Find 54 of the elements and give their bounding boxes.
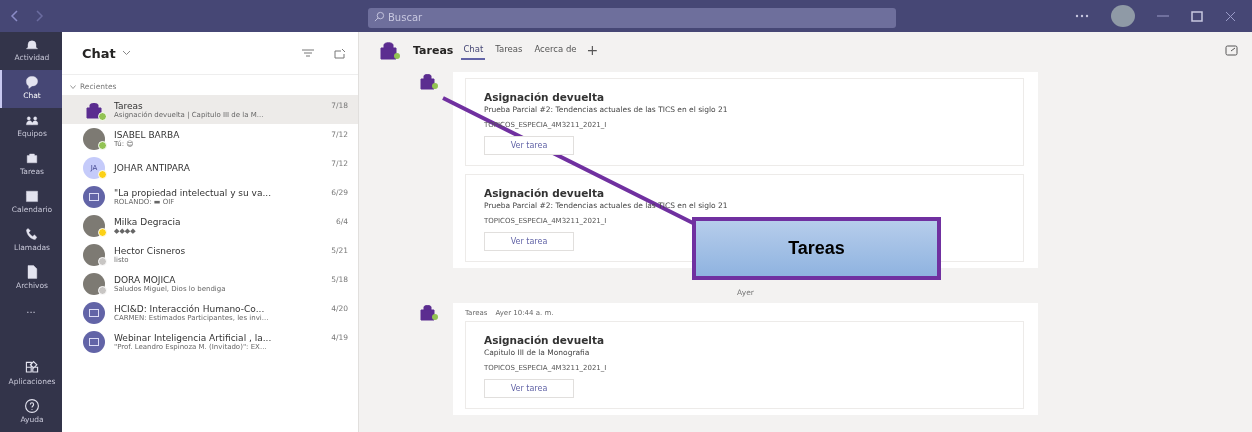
new-chat-icon[interactable]	[334, 47, 346, 59]
maximize-icon[interactable]	[1191, 10, 1203, 22]
apps-icon	[24, 360, 40, 376]
chat-name: HCI&D: Interacción Humano-Co...	[114, 303, 266, 314]
forward-icon[interactable]	[34, 10, 44, 22]
chat-title[interactable]: Chat	[82, 45, 116, 61]
conversation-title: Tareas	[413, 43, 454, 57]
view-assignment-button[interactable]: Ver tarea	[484, 136, 574, 155]
view-assignment-button[interactable]: Ver tarea	[484, 232, 574, 251]
chat-name: Webinar Inteligencia Artificial , la...	[114, 332, 273, 343]
chevron-down-icon[interactable]	[121, 50, 131, 56]
chevron-down-icon[interactable]	[70, 84, 76, 89]
more-apps-button[interactable]: ...	[0, 298, 62, 320]
tab[interactable]: Tareas	[493, 40, 525, 60]
chat-name: Tareas	[114, 100, 144, 111]
card-title: Asignación devuelta	[484, 187, 605, 199]
bag-icon	[24, 150, 40, 166]
search-icon	[374, 11, 385, 22]
close-icon[interactable]	[1225, 10, 1236, 22]
file-icon	[24, 264, 40, 280]
help-icon	[24, 398, 40, 414]
calendar-icon	[24, 188, 40, 204]
tab[interactable]: Acerca de	[532, 40, 579, 60]
callout-label: Tareas	[692, 217, 941, 280]
add-tab-button[interactable]: +	[586, 42, 599, 58]
avatar-photo	[83, 272, 105, 295]
avatar-photo	[83, 127, 105, 150]
tab[interactable]: Chat	[461, 40, 486, 60]
chat-name: ISABEL BARBA	[114, 129, 181, 140]
view-assignment-button[interactable]: Ver tarea	[484, 379, 574, 398]
meeting-avatar	[83, 330, 105, 353]
bag-icon	[379, 40, 401, 60]
avatar-photo	[83, 243, 105, 266]
chat-name: DORA MOJICA	[114, 274, 177, 285]
bag-icon	[419, 303, 439, 321]
avatar-photo	[83, 214, 105, 237]
bag-icon	[419, 72, 439, 90]
chat-name: Milka Degracia	[114, 216, 182, 227]
popout-icon[interactable]	[1225, 44, 1238, 56]
phone-icon	[24, 226, 40, 242]
chat-name: Hector Cisneros	[114, 245, 187, 256]
filter-icon[interactable]	[302, 49, 314, 57]
back-icon[interactable]	[10, 10, 20, 22]
card-title: Asignación devuelta	[484, 334, 605, 346]
profile-avatar[interactable]	[1111, 5, 1135, 27]
chat-name: JOHAR ANTIPARA	[114, 162, 191, 173]
meeting-avatar	[83, 185, 105, 208]
card-title: Asignación devuelta	[484, 91, 605, 103]
search-field[interactable]: Buscar	[368, 7, 896, 28]
more-options-icon[interactable]	[1075, 14, 1089, 18]
chat-bubble-icon	[24, 74, 40, 90]
chat-name: "La propiedad intelectual y su va...	[114, 187, 273, 198]
bag-icon	[84, 100, 104, 119]
meeting-avatar	[83, 301, 105, 324]
